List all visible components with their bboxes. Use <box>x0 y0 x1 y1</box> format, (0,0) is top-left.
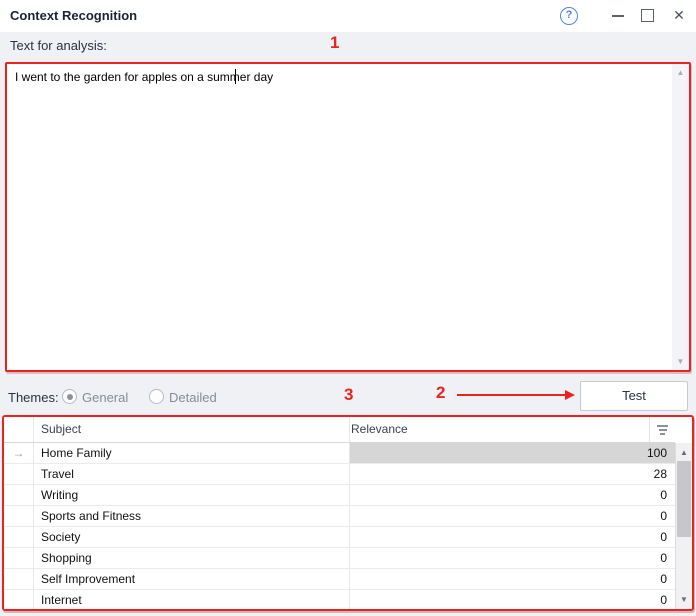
table-row[interactable]: Self Improvement 0 <box>4 569 675 590</box>
textbox-scrollbar[interactable]: ▲ ▼ <box>672 64 689 370</box>
annotation-arrow-head <box>565 390 575 400</box>
window-title: Context Recognition <box>10 8 137 23</box>
radio-general[interactable] <box>62 389 77 404</box>
row-indicator-cell <box>4 548 34 568</box>
scroll-up-icon[interactable]: ▲ <box>672 68 689 77</box>
row-indicator-cell <box>4 485 34 505</box>
minimize-icon[interactable] <box>610 8 626 24</box>
relevance-header-label: Relevance <box>350 417 649 442</box>
table-row[interactable]: Travel 28 <box>4 464 675 485</box>
relevance-cell[interactable]: 0 <box>350 506 675 526</box>
relevance-cell[interactable]: 0 <box>350 485 675 505</box>
table-row[interactable]: Internet 0 <box>4 590 675 611</box>
row-indicator-cell <box>4 569 34 589</box>
subject-cell[interactable]: Internet <box>34 590 350 610</box>
table-row[interactable]: Shopping 0 <box>4 548 675 569</box>
row-indicator-cell <box>4 464 34 484</box>
grid-scrollbar[interactable]: ▲ ▼ <box>675 443 692 609</box>
results-grid: Subject Relevance → Home Family 100 Trav… <box>2 415 694 611</box>
row-indicator-arrow-icon: → <box>4 443 34 463</box>
relevance-cell[interactable]: 0 <box>350 548 675 568</box>
annotation-number-3: 3 <box>344 385 353 405</box>
close-icon[interactable]: ✕ <box>670 5 688 25</box>
title-bar: Context Recognition ? ✕ <box>0 0 696 32</box>
table-row[interactable]: → Home Family 100 <box>4 443 675 464</box>
table-row[interactable]: Society 0 <box>4 527 675 548</box>
subject-cell[interactable]: Travel <box>34 464 350 484</box>
relevance-cell[interactable]: 0 <box>350 569 675 589</box>
radio-detailed-label: Detailed <box>169 390 217 405</box>
annotation-number-2: 2 <box>436 383 445 403</box>
subject-cell[interactable]: Sports and Fitness <box>34 506 350 526</box>
annotation-arrow <box>457 394 569 396</box>
row-indicator-cell <box>4 590 34 610</box>
relevance-cell[interactable]: 0 <box>350 590 675 610</box>
annotation-number-1: 1 <box>330 33 339 53</box>
scroll-down-icon[interactable]: ▼ <box>672 357 689 366</box>
subject-cell[interactable]: Self Improvement <box>34 569 350 589</box>
context-recognition-dialog: Context Recognition ? ✕ Text for analysi… <box>0 0 696 616</box>
text-for-analysis-input[interactable]: I went to the garden for apples on a sum… <box>5 62 691 372</box>
radio-general-label: General <box>82 390 128 405</box>
subject-cell[interactable]: Society <box>34 527 350 547</box>
maximize-icon[interactable] <box>641 9 654 22</box>
row-indicator-cell <box>4 506 34 526</box>
subject-cell[interactable]: Shopping <box>34 548 350 568</box>
column-header-relevance[interactable]: Relevance <box>350 417 675 442</box>
subject-cell[interactable]: Writing <box>34 485 350 505</box>
grid-header-row: Subject Relevance <box>4 417 675 443</box>
subject-cell[interactable]: Home Family <box>34 443 350 463</box>
row-indicator-header-cell <box>4 417 34 442</box>
column-header-subject[interactable]: Subject <box>34 417 350 442</box>
scroll-down-icon[interactable]: ▼ <box>676 595 692 604</box>
text-caret <box>235 69 236 84</box>
text-for-analysis-label: Text for analysis: <box>10 38 107 53</box>
test-button[interactable]: Test <box>580 381 688 411</box>
row-indicator-cell <box>4 527 34 547</box>
help-icon[interactable]: ? <box>560 7 578 25</box>
scrollbar-thumb[interactable] <box>677 461 691 537</box>
themes-label: Themes: <box>8 390 59 405</box>
relevance-cell[interactable]: 100 <box>350 443 675 463</box>
relevance-cell[interactable]: 0 <box>350 527 675 547</box>
relevance-cell[interactable]: 28 <box>350 464 675 484</box>
filter-icon[interactable] <box>649 417 675 442</box>
scroll-up-icon[interactable]: ▲ <box>676 448 692 457</box>
table-row[interactable]: Writing 0 <box>4 485 675 506</box>
table-row[interactable]: Sports and Fitness 0 <box>4 506 675 527</box>
radio-detailed[interactable] <box>149 389 164 404</box>
